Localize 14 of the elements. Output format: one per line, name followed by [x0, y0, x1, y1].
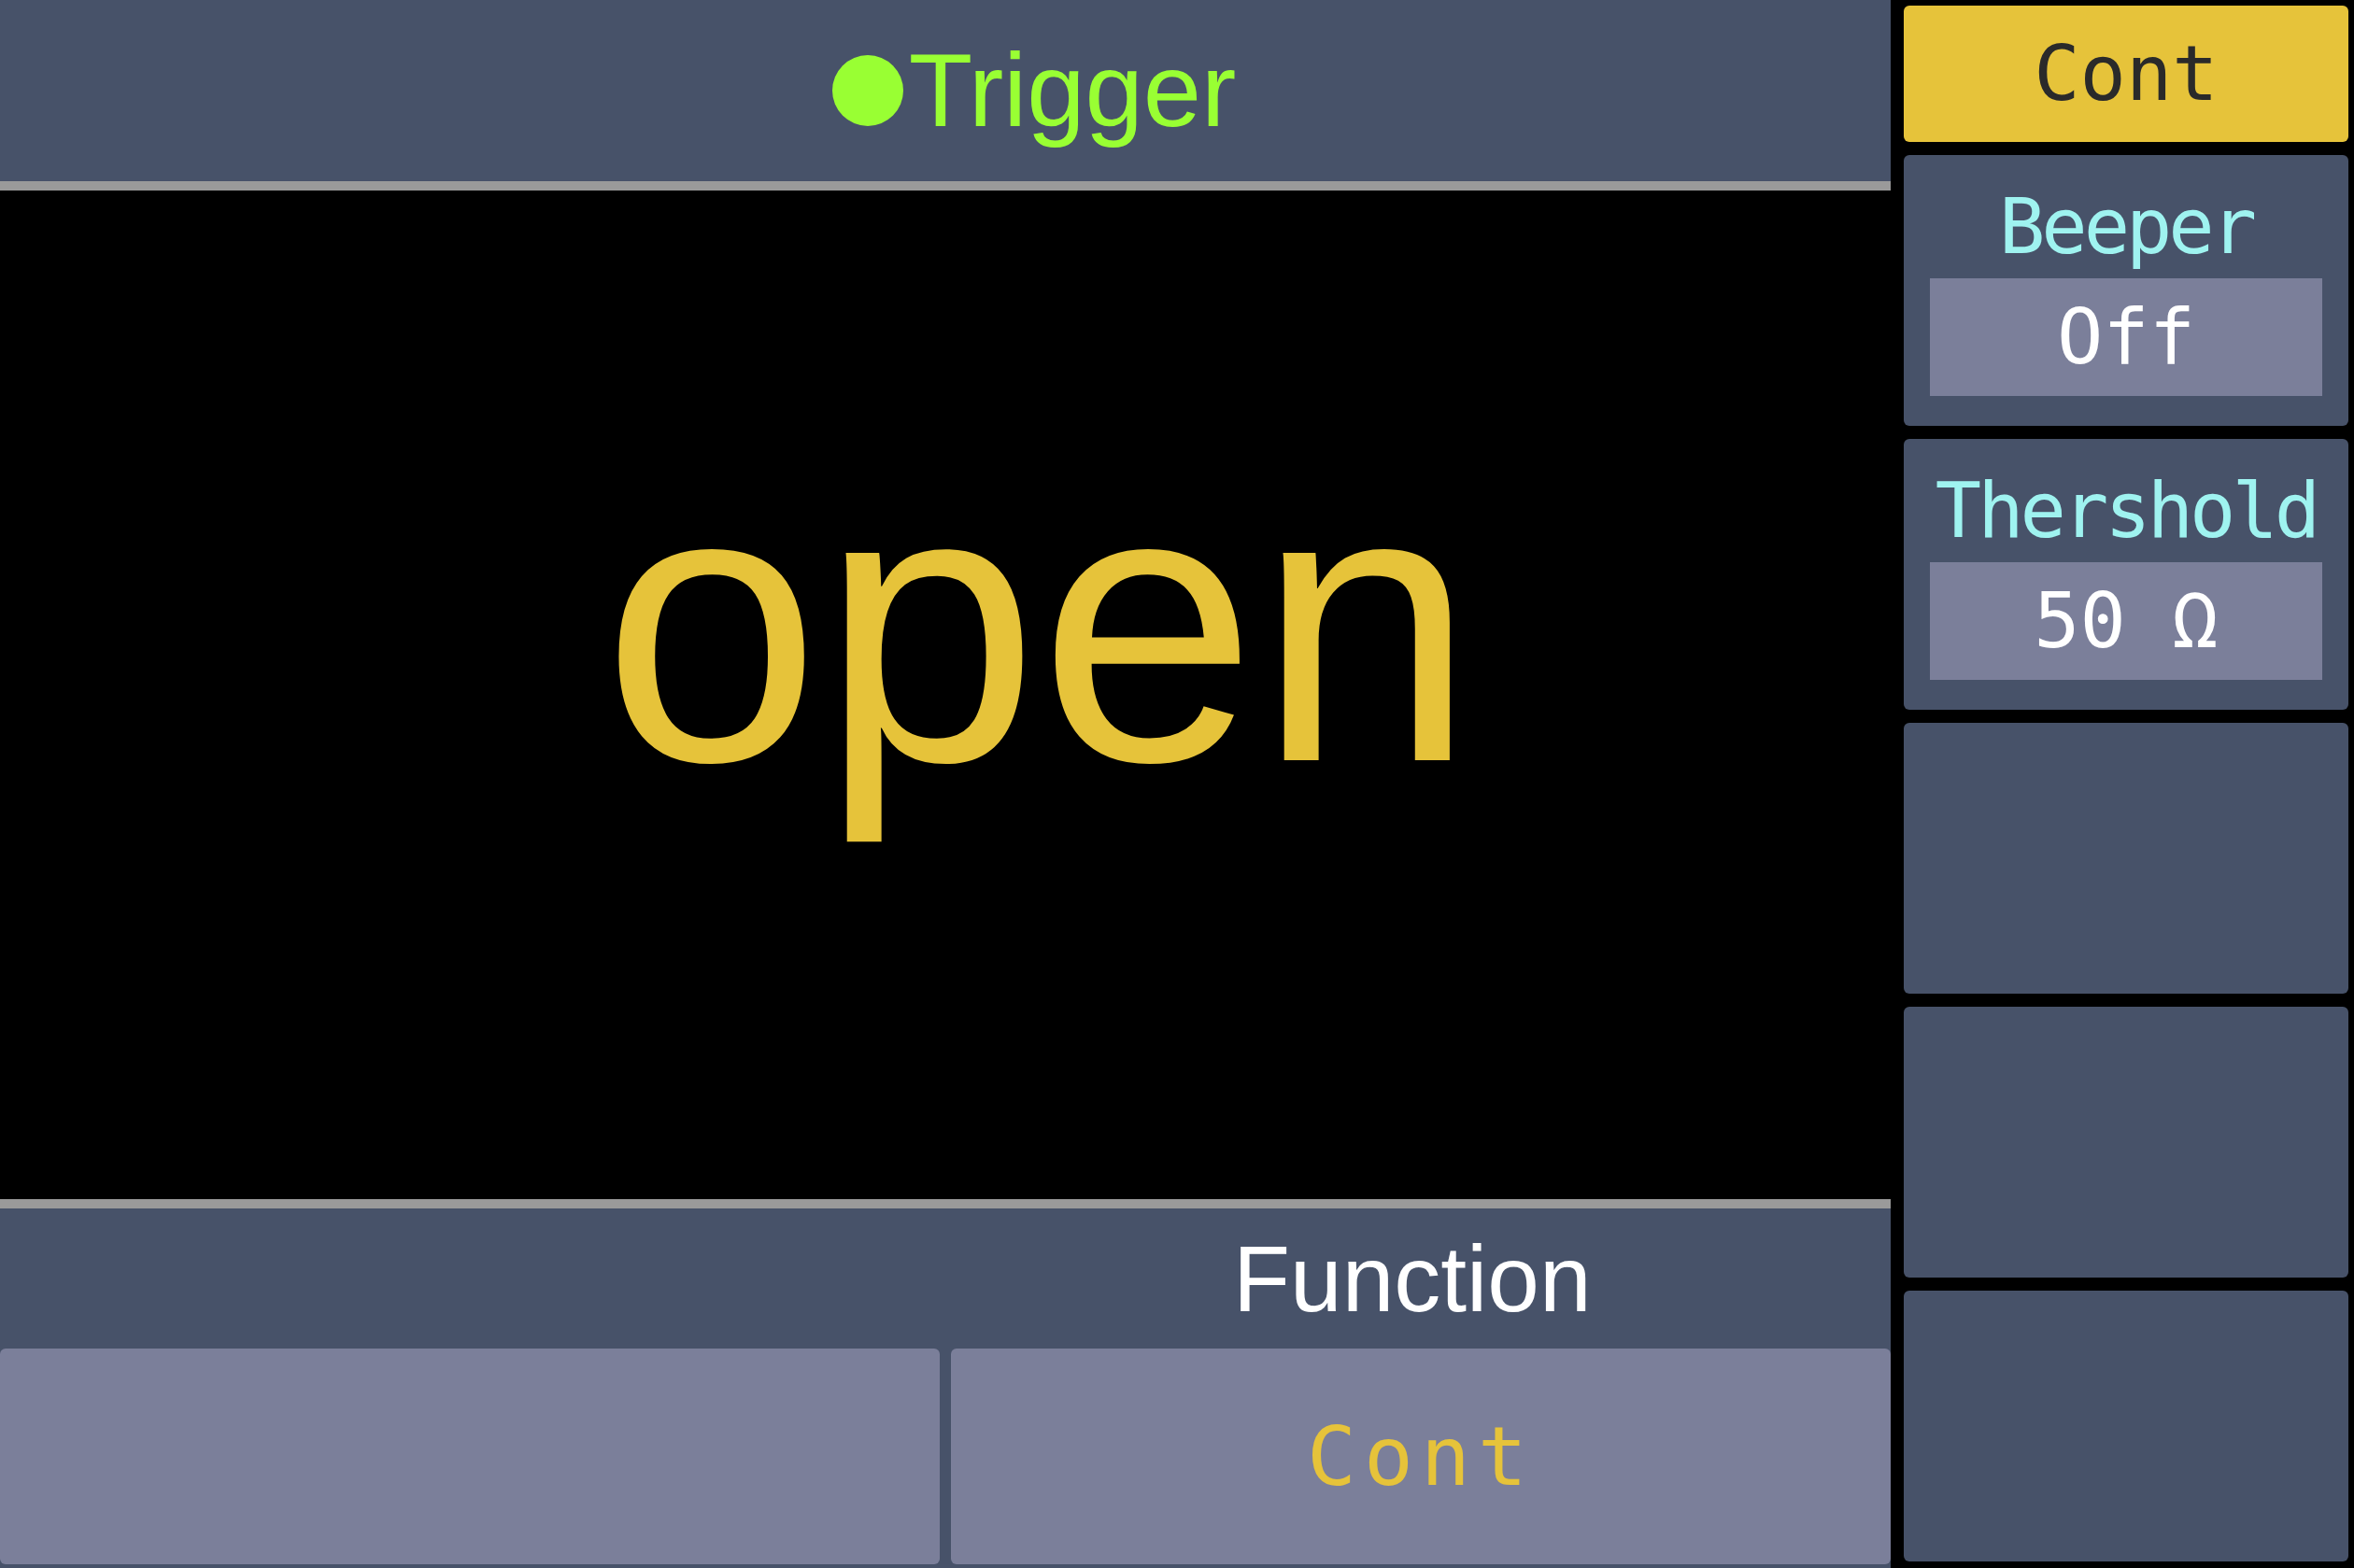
state-reading: open — [601, 429, 1476, 845]
function-slot[interactable] — [0, 1349, 940, 1564]
softkey-blank[interactable] — [1904, 723, 2348, 994]
softkey-blank[interactable] — [1904, 1291, 2348, 1561]
softkey-button[interactable]: Cont — [1904, 6, 2348, 142]
softkey-value: 50 Ω — [1930, 562, 2322, 680]
screen-title: Trigger — [908, 31, 1237, 150]
softkey-panel[interactable]: Thershold 50 Ω — [1904, 439, 2348, 710]
softkey-blank[interactable] — [1904, 1007, 2348, 1278]
softkey-panel[interactable]: Beeper Off — [1904, 155, 2348, 426]
softkey-label: Thershold — [1935, 473, 2318, 549]
softkey-value: Off — [1930, 278, 2322, 396]
status-dot-icon — [831, 55, 903, 126]
function-label: Function — [1233, 1232, 1592, 1325]
